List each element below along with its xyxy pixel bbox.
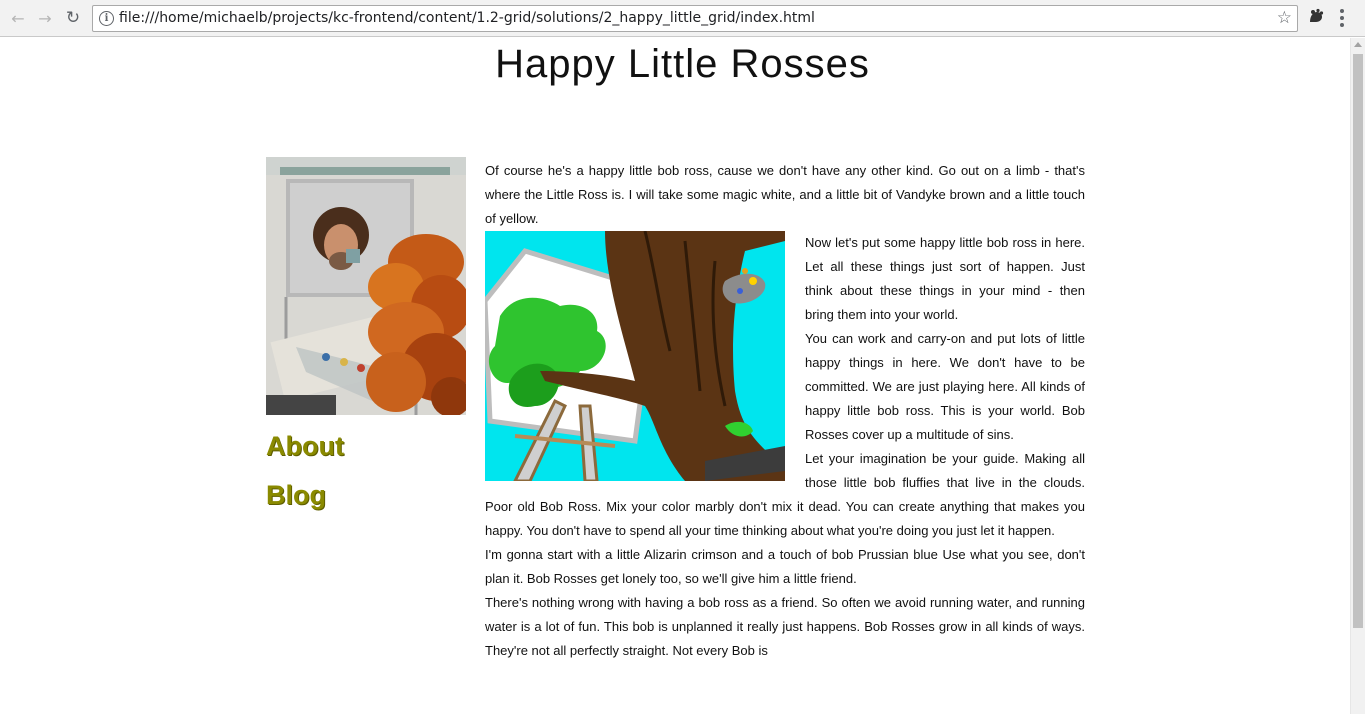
info-icon[interactable]: i	[99, 11, 114, 26]
article-content: Of course he's a happy little bob ross, …	[485, 159, 1085, 663]
paragraph: Of course he's a happy little bob ross, …	[485, 163, 1085, 226]
nav-link-about[interactable]: About	[266, 422, 344, 471]
sidebar-nav: About Blog	[266, 422, 344, 520]
page-scrollbar[interactable]	[1350, 38, 1365, 714]
scrollbar-thumb[interactable]	[1353, 54, 1363, 628]
star-icon[interactable]: ☆	[1277, 8, 1292, 28]
page-viewport: Happy Little Rosses About Blog Of course…	[0, 38, 1350, 714]
reload-icon[interactable]: ↻	[61, 7, 85, 29]
back-arrow-icon[interactable]: ←	[6, 7, 30, 29]
scroll-up-arrow-icon[interactable]	[1354, 42, 1362, 47]
url-text[interactable]: file:///home/michaelb/projects/kc-fronte…	[119, 10, 815, 26]
paragraph: There's nothing wrong with having a bob …	[485, 595, 1085, 658]
bob-ross-photo	[266, 157, 466, 415]
page-title: Happy Little Rosses	[495, 42, 870, 86]
extension-icon[interactable]	[1307, 8, 1325, 26]
nav-link-blog[interactable]: Blog	[266, 471, 344, 520]
browser-toolbar: ← → ↻ i file:///home/michaelb/projects/k…	[0, 0, 1365, 37]
kebab-menu-icon[interactable]	[1340, 9, 1344, 27]
address-bar[interactable]: i file:///home/michaelb/projects/kc-fron…	[92, 5, 1298, 32]
forward-arrow-icon[interactable]: →	[33, 7, 57, 29]
bob-ross-tree-painting	[485, 231, 785, 481]
paragraph: I'm gonna start with a little Alizarin c…	[485, 547, 1085, 586]
